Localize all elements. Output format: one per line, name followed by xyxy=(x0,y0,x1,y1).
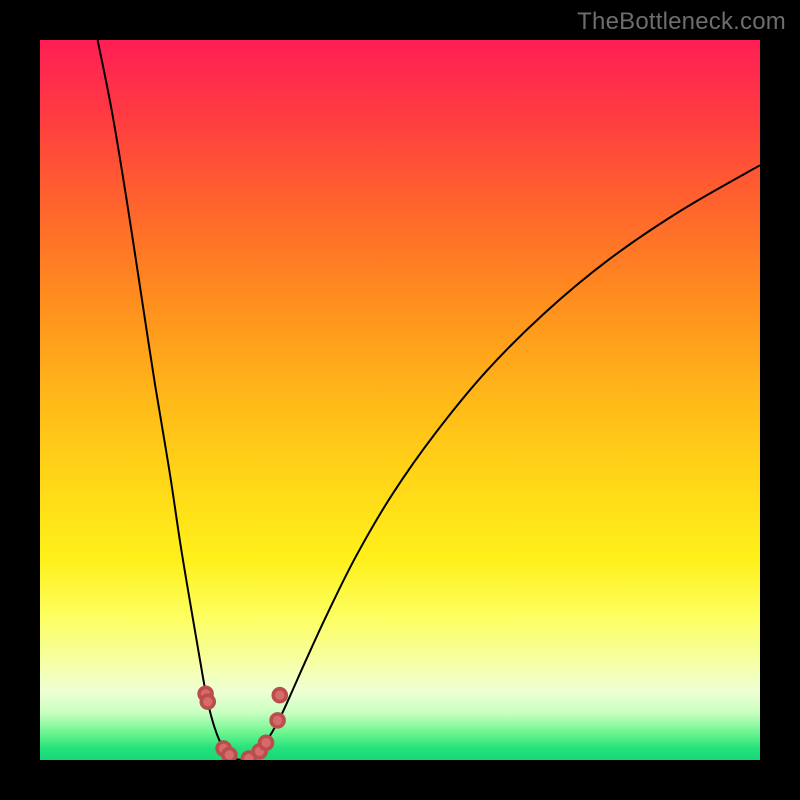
data-markers xyxy=(199,687,286,760)
bottleneck-left-curve xyxy=(98,40,242,760)
bottleneck-right-curve xyxy=(242,165,760,760)
chart-frame: TheBottleneck.com xyxy=(0,0,800,800)
curve-layer xyxy=(40,40,760,760)
data-marker xyxy=(201,695,214,708)
data-marker xyxy=(223,748,236,760)
data-marker xyxy=(273,689,286,702)
watermark-label: TheBottleneck.com xyxy=(577,8,786,36)
data-marker xyxy=(260,736,273,749)
plot-area xyxy=(40,40,760,760)
data-marker xyxy=(271,714,284,727)
